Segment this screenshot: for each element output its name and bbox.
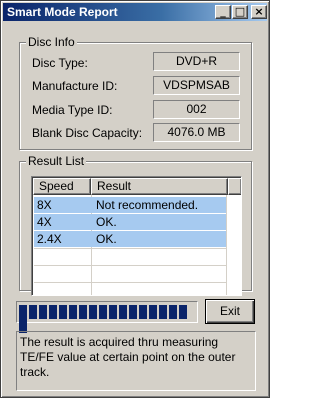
- media-type-id-label: Media Type ID:: [32, 103, 113, 117]
- list-row[interactable]: 2.4X OK.: [34, 231, 226, 247]
- progress-segment: [149, 305, 157, 319]
- list-row[interactable]: 4X OK.: [34, 214, 226, 230]
- smart-mode-report-window: Smart Mode Report _ □ × Disc Info Disc T…: [0, 0, 270, 398]
- progress-segment: [119, 305, 127, 319]
- window-title: Smart Mode Report: [7, 5, 118, 19]
- row-result: OK.: [96, 232, 117, 246]
- progress-fill: [19, 305, 189, 333]
- progress-segment: [139, 305, 147, 319]
- progress-segment: [159, 305, 167, 319]
- row-gridline: [34, 282, 226, 283]
- maximize-button[interactable]: □: [232, 5, 248, 19]
- progress-segment: [59, 305, 67, 319]
- progress-segment: [179, 305, 187, 319]
- minimize-button[interactable]: _: [215, 5, 231, 19]
- progress-bar: [16, 301, 198, 333]
- exit-button[interactable]: Exit: [205, 299, 255, 324]
- row-gridline: [34, 265, 226, 266]
- row-speed: 2.4X: [37, 232, 62, 246]
- media-type-id-value: 002: [153, 100, 240, 119]
- row-gridline: [34, 248, 226, 249]
- disc-type-label: Disc Type:: [32, 56, 88, 70]
- close-button[interactable]: ×: [251, 5, 267, 19]
- list-row[interactable]: 8X Not recommended.: [34, 197, 226, 213]
- column-header-filler: [228, 178, 241, 195]
- result-list-view[interactable]: Speed Result 8X Not recommended. 4X OK. …: [31, 176, 242, 296]
- disc-type-value: DVD+R: [153, 52, 240, 71]
- progress-segment: [19, 305, 27, 319]
- progress-segment: [39, 305, 47, 319]
- progress-segment: [129, 305, 137, 319]
- row-speed: 4X: [37, 215, 52, 229]
- progress-segment: [89, 305, 97, 319]
- column-header-speed[interactable]: Speed: [33, 178, 91, 195]
- column-header-result[interactable]: Result: [91, 178, 228, 195]
- result-message: The result is acquired thru measuring TE…: [16, 331, 256, 391]
- progress-segment: [29, 305, 37, 319]
- row-result: OK.: [96, 215, 117, 229]
- progress-segment: [79, 305, 87, 319]
- blank-disc-capacity-value: 4076.0 MB: [153, 123, 240, 142]
- manufacture-id-label: Manufacture ID:: [32, 79, 118, 93]
- progress-segment: [109, 305, 117, 319]
- column-gridline: [226, 195, 227, 295]
- row-result: Not recommended.: [96, 198, 199, 212]
- row-speed: 8X: [37, 198, 52, 212]
- disc-info-label: Disc Info: [26, 35, 77, 49]
- progress-segment: [69, 305, 77, 319]
- progress-segment: [169, 305, 177, 319]
- blank-disc-capacity-label: Blank Disc Capacity:: [32, 126, 143, 140]
- progress-segment: [49, 305, 57, 319]
- progress-segment: [99, 305, 107, 319]
- manufacture-id-value: VDSPMSAB: [153, 76, 240, 95]
- result-list-label: Result List: [26, 154, 87, 168]
